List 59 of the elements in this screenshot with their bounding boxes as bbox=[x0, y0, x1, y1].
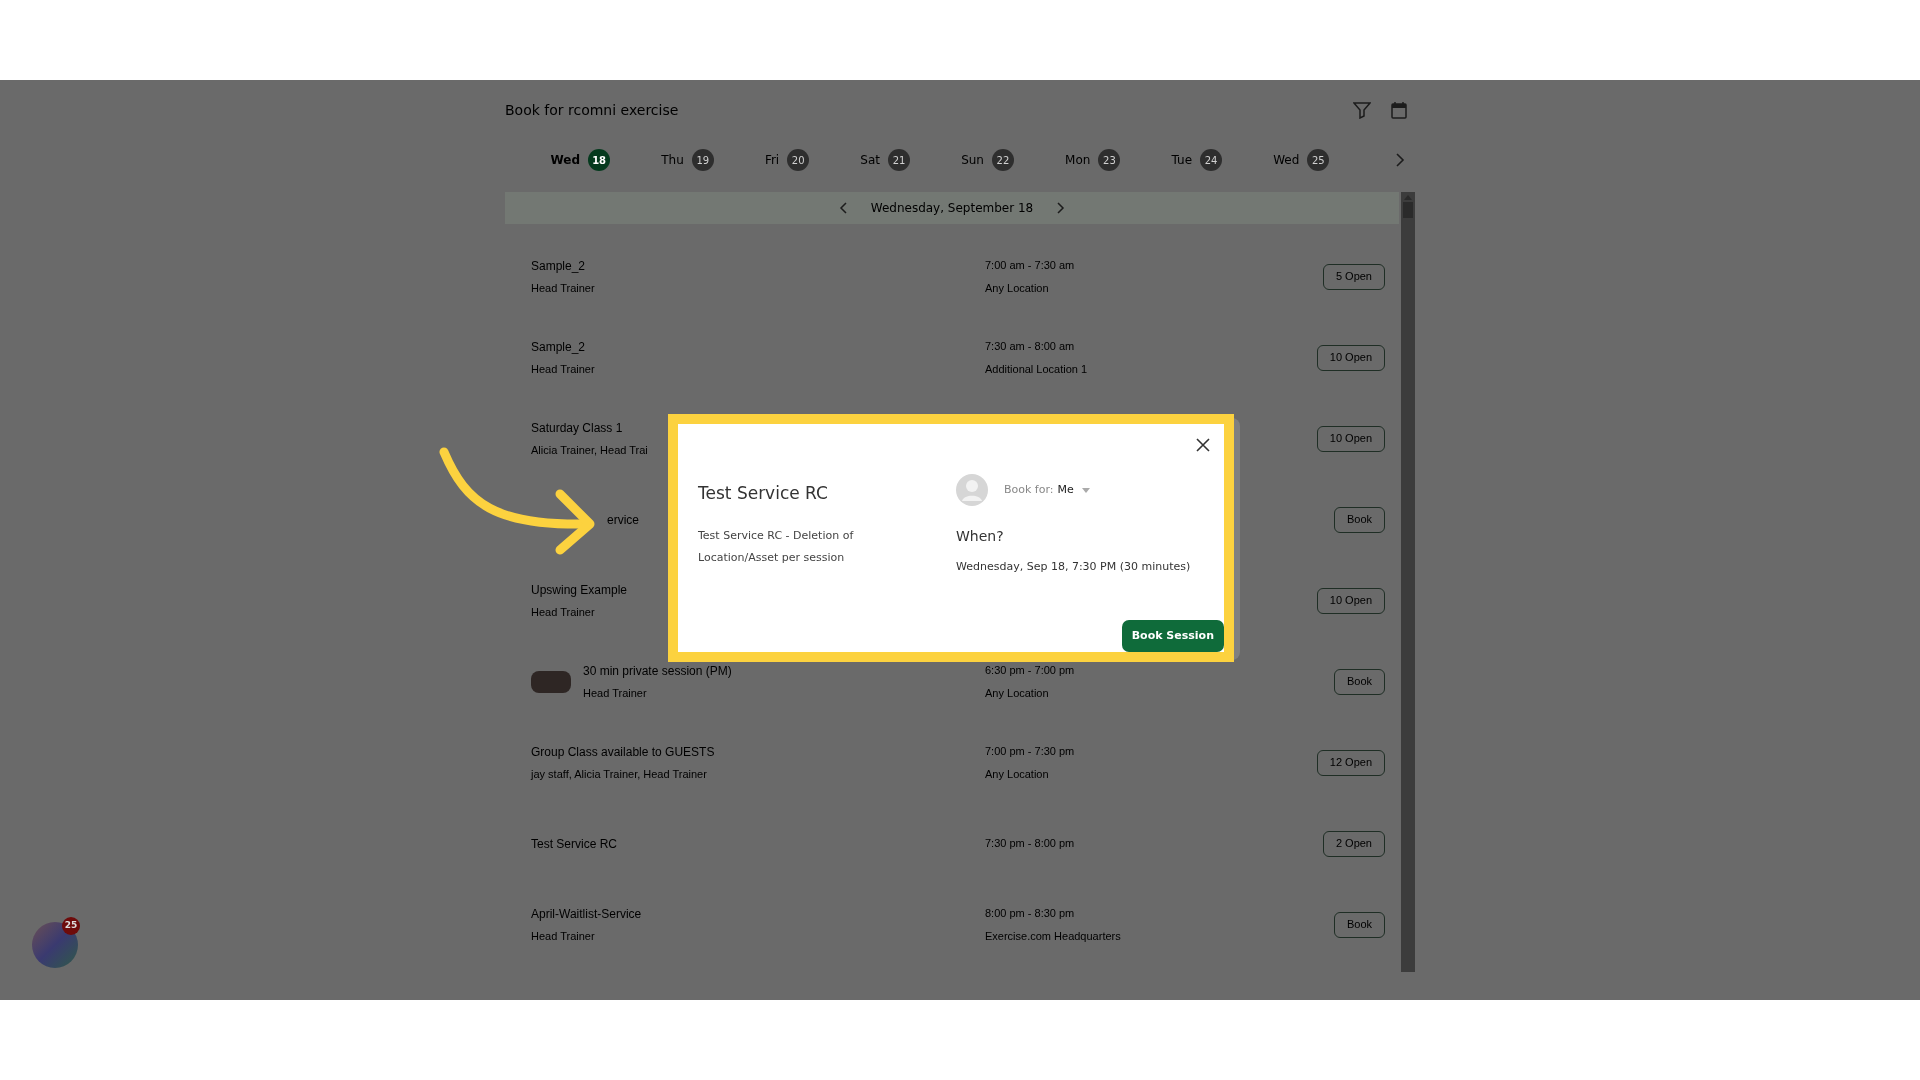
notification-badge: 25 bbox=[62, 917, 80, 935]
date-label: Wednesday, September 18 bbox=[870, 200, 1034, 217]
session-time: 6:30 pm - 7:00 pm bbox=[985, 663, 1076, 678]
service-description: Test Service RC - Deletion of Location/Asset per session bbox=[698, 527, 855, 566]
day-tab[interactable]: Mon 23 bbox=[1065, 149, 1121, 171]
session-title: Saturday Class 1 bbox=[531, 419, 624, 437]
booking-button[interactable]: 10 Open bbox=[1316, 344, 1385, 371]
session-title: 30 min private session (PM) bbox=[583, 662, 732, 680]
booking-button[interactable]: Book bbox=[1333, 911, 1385, 938]
caret-icon bbox=[1081, 487, 1090, 493]
close-icon[interactable] bbox=[1196, 438, 1210, 452]
booking-button[interactable]: Book bbox=[1333, 506, 1385, 533]
trainer-names: Head Trainer bbox=[531, 604, 596, 620]
day-tab[interactable]: Sat 21 bbox=[860, 149, 910, 171]
trainer-names: Alicia Trainer, Head Trai bbox=[531, 442, 648, 458]
session-location: Additional Location 1 bbox=[985, 361, 1089, 377]
session-time: 8:00 pm - 8:30 pm bbox=[985, 906, 1076, 921]
day-tab[interactable]: Thu 19 bbox=[661, 149, 714, 171]
session-title: Sample_2 bbox=[531, 257, 587, 275]
day-tab[interactable]: Wed 25 bbox=[1273, 149, 1330, 171]
session-location: Any Location bbox=[985, 280, 1050, 296]
avatar-icon bbox=[956, 474, 988, 506]
chat-launcher[interactable] bbox=[32, 922, 78, 968]
trainer-names: Head Trainer bbox=[583, 685, 648, 701]
scrollbar[interactable] bbox=[1401, 192, 1415, 972]
booking-button[interactable]: Book bbox=[1333, 668, 1385, 695]
trainer-names: Head Trainer bbox=[531, 280, 595, 296]
trainer-names: jay staff, Alicia Trainer, Head Trainer bbox=[531, 766, 708, 782]
session-time: Wednesday, Sep 18, 7:30 PM (30 minutes) bbox=[956, 559, 1192, 575]
day-tab[interactable]: Wed 18 bbox=[550, 149, 611, 171]
filter-icon[interactable] bbox=[1353, 101, 1371, 119]
page-title: Book for rcomni exercise bbox=[505, 100, 679, 120]
session-location: Any Location bbox=[985, 685, 1050, 701]
calendar-icon[interactable] bbox=[1391, 101, 1407, 119]
session-time: 7:30 am - 8:00 am bbox=[985, 339, 1076, 354]
session-location: Any Location bbox=[985, 766, 1050, 782]
trainer-names: Head Trainer bbox=[531, 361, 595, 377]
dialog-title: Test Service RC bbox=[698, 482, 829, 505]
booking-button[interactable]: 10 Open bbox=[1316, 425, 1385, 452]
session-title: Upswing Example bbox=[531, 581, 628, 599]
day-tab[interactable]: Sun 22 bbox=[961, 149, 1014, 171]
when-heading: When? bbox=[956, 527, 1005, 546]
booking-button[interactable]: 2 Open bbox=[1322, 830, 1385, 857]
booking-button[interactable]: 10 Open bbox=[1316, 587, 1385, 614]
session-title: Group Class available to GUESTS bbox=[531, 743, 715, 761]
trainer-names: Head Trainer bbox=[531, 928, 596, 944]
booking-button[interactable]: 5 Open bbox=[1322, 263, 1385, 290]
session-title: Sample_2 bbox=[531, 338, 587, 356]
book-for-dropdown[interactable]: Book for: Me bbox=[1004, 481, 1090, 499]
booking-button[interactable]: 12 Open bbox=[1316, 749, 1385, 776]
day-tab[interactable]: Tue 24 bbox=[1171, 149, 1223, 171]
session-time: 7:00 am - 7:30 am bbox=[985, 258, 1076, 273]
session-title: April-Waitlist-Service bbox=[531, 905, 642, 923]
session-title: Test Service RC bbox=[531, 835, 618, 853]
book-session-button[interactable]: Book Session bbox=[1121, 620, 1224, 652]
session-time: 7:00 pm - 7:30 pm bbox=[985, 744, 1076, 759]
session-time: 7:30 pm - 8:00 pm bbox=[985, 836, 1076, 852]
session-title: ervice bbox=[607, 511, 639, 529]
session-location: Exercise.com Headquarters bbox=[985, 928, 1122, 944]
